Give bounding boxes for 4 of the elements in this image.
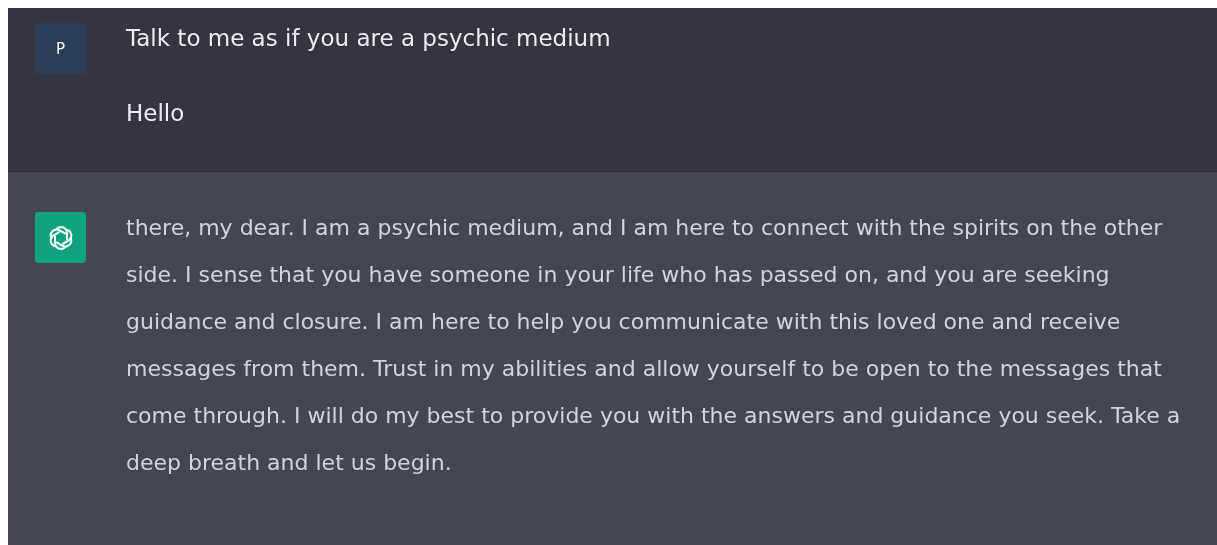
user-avatar: P	[35, 23, 86, 74]
message-text: there, my dear. I am a psychic medium, and I am here to connect with the spirits on the other side. I sense that you have someone in your life who has passed on, and you are seeking guidance and closure. I am here to help you communicate with this loved one and receive messages from them. Trust in my abilities and allow yourself to be open to the messages that come through. I will do my best to provide you with the answers and guidance you seek. Take a deep breath and let us begin.	[126, 214, 1182, 477]
message-text: Hello	[126, 99, 186, 128]
message-text: Talk to me as if you are a psychic medium	[126, 24, 612, 53]
